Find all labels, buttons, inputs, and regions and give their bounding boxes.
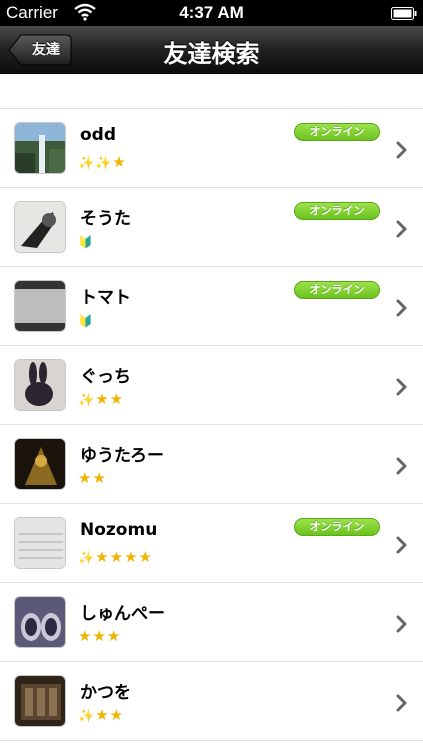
friend-name: ぐっち — [80, 367, 131, 387]
star-icon: ★ — [78, 469, 92, 487]
list-item[interactable]: しゅんぺー ★★★ — [0, 583, 423, 662]
friend-rating: ✨✨★ — [78, 153, 127, 171]
star-icon: ★ — [109, 390, 124, 408]
chevron-right-icon — [396, 141, 408, 159]
friend-name: かつを — [80, 683, 131, 703]
online-badge: オンライン — [294, 123, 380, 141]
beginner-mark-icon: 🔰 — [78, 314, 93, 328]
battery-icon — [391, 5, 417, 20]
sparkle-icon: ✨ — [78, 393, 95, 408]
beginner-mark-icon: 🔰 — [78, 235, 93, 249]
avatar — [14, 122, 66, 174]
list-item[interactable]: ✨★★★★ — [0, 74, 423, 109]
friend-name: ゆうたろー — [80, 446, 164, 466]
star-icon: ★ — [109, 706, 124, 724]
star-icon: ★ — [112, 153, 126, 171]
chevron-right-icon — [396, 457, 408, 475]
star-icon: ★ — [109, 548, 124, 566]
avatar — [14, 201, 66, 253]
friend-rating: ✨★★ — [78, 706, 124, 724]
friend-name: odd — [80, 125, 117, 145]
online-badge: オンライン — [294, 202, 380, 220]
list-item[interactable]: odd ✨✨★ オンライン — [0, 109, 423, 188]
online-badge: オンライン — [294, 518, 380, 536]
chevron-right-icon — [396, 536, 408, 554]
list-item[interactable]: そうた 🔰 オンライン — [0, 188, 423, 267]
friend-rating: ✨★★★★ — [78, 548, 153, 566]
friend-name: しゅんぺー — [80, 604, 165, 624]
friend-list: ✨★★★★odd✨✨★オンラインそうた🔰オンライントマト🔰オンラインぐっち✨★★… — [0, 74, 423, 750]
sparkle-icon: ✨ — [78, 551, 95, 566]
friend-name: そうた — [80, 209, 131, 229]
chevron-right-icon — [396, 378, 408, 396]
star-icon: ★ — [92, 469, 106, 487]
online-badge: オンライン — [294, 281, 380, 299]
star-icon: ★ — [106, 627, 121, 645]
star-icon: ★ — [95, 548, 109, 566]
friend-rating: ★★ — [78, 469, 107, 487]
status-time: 4:37 AM — [179, 3, 244, 22]
list-item[interactable]: Nozomu ✨★★★★ オンライン — [0, 504, 423, 583]
star-icon: ★ — [92, 627, 106, 645]
sparkle-icon: ✨ — [78, 156, 95, 171]
list-item[interactable]: ゆうたろー ★★ — [0, 425, 423, 504]
avatar — [14, 280, 66, 332]
sparkle-icon: ✨ — [78, 709, 95, 724]
status-bar: Carrier 4:37 AM — [0, 0, 423, 26]
chevron-right-icon — [396, 299, 408, 317]
friend-rating: ★★★ — [78, 627, 121, 645]
star-icon: ★ — [78, 627, 92, 645]
avatar — [14, 438, 66, 490]
avatar — [14, 359, 66, 411]
friend-name: トマト — [80, 288, 131, 308]
star-icon: ★ — [95, 390, 109, 408]
avatar — [14, 596, 66, 648]
list-item[interactable]: かつを ✨★★ — [0, 662, 423, 741]
friend-name: Nozomu — [80, 520, 158, 540]
star-icon: ★ — [95, 706, 109, 724]
chevron-right-icon — [396, 615, 408, 633]
avatar — [14, 675, 66, 727]
friend-rating: 🔰 — [78, 232, 94, 250]
page-title: 友達検索 — [163, 40, 260, 68]
chevron-right-icon — [396, 220, 408, 238]
star-icon: ★ — [138, 548, 152, 566]
list-item[interactable]: ぐっち ✨★★ — [0, 346, 423, 425]
friend-rating: 🔰 — [78, 311, 94, 329]
list-item[interactable]: トマト 🔰 オンライン — [0, 267, 423, 346]
sparkle-icon: ✨ — [95, 156, 112, 171]
avatar — [14, 517, 66, 569]
star-icon: ★ — [124, 548, 138, 566]
chevron-right-icon — [396, 694, 408, 712]
friend-rating: ✨★★ — [78, 390, 124, 408]
navigation-bar: 友達 友達検索 — [0, 26, 423, 74]
